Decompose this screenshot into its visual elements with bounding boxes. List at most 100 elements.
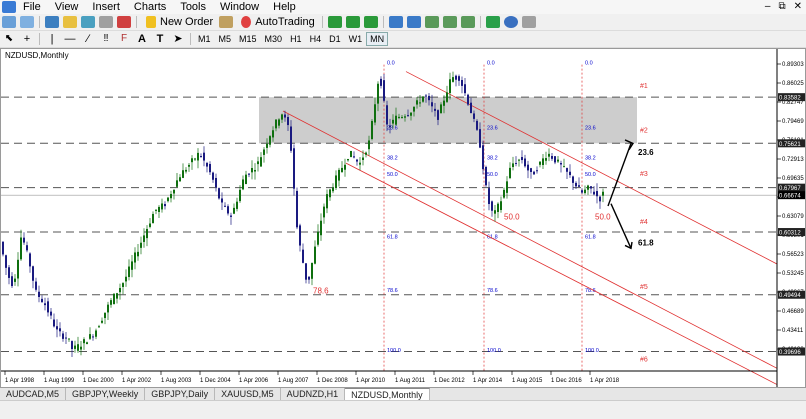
candle[interactable] [242, 175, 244, 191]
candle[interactable] [200, 153, 202, 158]
candle[interactable] [176, 173, 178, 188]
candle[interactable] [245, 170, 247, 185]
candle[interactable] [596, 183, 598, 204]
candle[interactable] [449, 72, 451, 100]
candle[interactable] [236, 197, 238, 212]
menu-charts[interactable]: Charts [127, 0, 173, 14]
supply-zone[interactable] [259, 97, 637, 144]
supply-zone-rect[interactable] [259, 97, 637, 144]
candle[interactable] [551, 152, 553, 161]
candle[interactable] [344, 158, 346, 177]
auto-scroll-icon[interactable] [442, 16, 457, 28]
candle[interactable] [602, 188, 604, 203]
candle[interactable] [311, 262, 313, 286]
candle[interactable] [212, 171, 214, 183]
candle[interactable] [206, 161, 208, 173]
candle[interactable] [20, 229, 22, 261]
candle[interactable] [125, 269, 127, 287]
candle[interactable] [158, 205, 160, 218]
menu-tools[interactable]: Tools [173, 0, 213, 14]
candle[interactable] [530, 167, 532, 179]
candle[interactable] [257, 156, 259, 172]
candle[interactable] [557, 156, 559, 163]
candle[interactable] [491, 200, 493, 217]
new-chart-icon[interactable] [2, 16, 16, 28]
candle[interactable] [569, 164, 571, 178]
candle[interactable] [146, 225, 148, 247]
bar-chart-icon[interactable] [327, 16, 342, 28]
candle[interactable] [164, 201, 166, 210]
candle[interactable] [269, 135, 271, 148]
candle[interactable] [152, 211, 154, 224]
candle[interactable] [335, 170, 337, 191]
candle[interactable] [494, 205, 496, 222]
candle[interactable] [566, 167, 568, 179]
candle[interactable] [461, 76, 463, 94]
candle[interactable] [509, 162, 511, 180]
candle[interactable] [191, 155, 193, 170]
candle[interactable] [341, 161, 343, 173]
candle[interactable] [260, 152, 262, 167]
candle[interactable] [47, 297, 49, 317]
candle[interactable] [464, 78, 466, 97]
candle[interactable] [248, 172, 250, 178]
periods-icon[interactable] [503, 16, 518, 28]
close-icon[interactable]: ✕ [794, 1, 802, 12]
candle[interactable] [167, 196, 169, 203]
candle[interactable] [230, 212, 232, 225]
menu-window[interactable]: Window [213, 0, 266, 14]
candle[interactable] [113, 293, 115, 305]
candle[interactable] [524, 154, 526, 168]
text-tool-icon[interactable]: A [135, 33, 149, 45]
trendline-icon[interactable]: ∕ [81, 33, 95, 45]
candle[interactable] [23, 232, 25, 245]
timeframe-h4[interactable]: H4 [306, 32, 326, 46]
candle[interactable] [251, 160, 253, 180]
candle[interactable] [134, 247, 136, 270]
candle[interactable] [500, 196, 502, 213]
candle[interactable] [497, 202, 499, 219]
candle[interactable] [116, 292, 118, 304]
candle[interactable] [86, 341, 88, 345]
text-label-icon[interactable]: T [153, 33, 167, 45]
tab-nzdusd-monthly[interactable]: NZDUSD,Monthly [345, 388, 430, 400]
candle[interactable] [173, 189, 175, 200]
zoom-in-icon[interactable] [388, 16, 403, 28]
candle[interactable] [590, 186, 592, 194]
candle[interactable] [41, 295, 43, 303]
candle[interactable] [182, 163, 184, 179]
candle[interactable] [137, 243, 139, 261]
menu-insert[interactable]: Insert [85, 0, 127, 14]
candle[interactable] [476, 119, 478, 131]
candle[interactable] [485, 165, 487, 187]
market-watch-icon[interactable] [45, 16, 59, 28]
candle[interactable] [77, 336, 79, 353]
candle[interactable] [107, 301, 109, 320]
candle[interactable] [329, 188, 331, 201]
candle[interactable] [155, 209, 157, 215]
candle[interactable] [131, 255, 133, 278]
candle[interactable] [98, 324, 100, 328]
candle[interactable] [161, 198, 163, 213]
price-chart[interactable]: NZDUSD,Monthly 0.0 23.6 38.2 50.0 61.8 78.6 10… [1, 49, 805, 387]
candle[interactable] [452, 71, 454, 83]
timeframe-m5[interactable]: M5 [215, 32, 236, 46]
candle[interactable] [302, 243, 304, 264]
candlestick-icon[interactable] [345, 16, 360, 28]
candle[interactable] [119, 283, 121, 300]
candle[interactable] [347, 158, 349, 162]
candle[interactable] [314, 240, 316, 265]
candle[interactable] [14, 274, 16, 286]
candle[interactable] [299, 223, 301, 252]
candle[interactable] [2, 240, 4, 257]
candle[interactable] [224, 202, 226, 208]
candle[interactable] [8, 264, 10, 285]
menu-view[interactable]: View [48, 0, 86, 14]
candle[interactable] [263, 147, 265, 163]
candle[interactable] [317, 224, 319, 247]
candle[interactable] [599, 195, 601, 209]
candle[interactable] [521, 150, 523, 164]
candle[interactable] [455, 74, 457, 87]
candle[interactable] [110, 297, 112, 308]
candle[interactable] [50, 307, 52, 320]
